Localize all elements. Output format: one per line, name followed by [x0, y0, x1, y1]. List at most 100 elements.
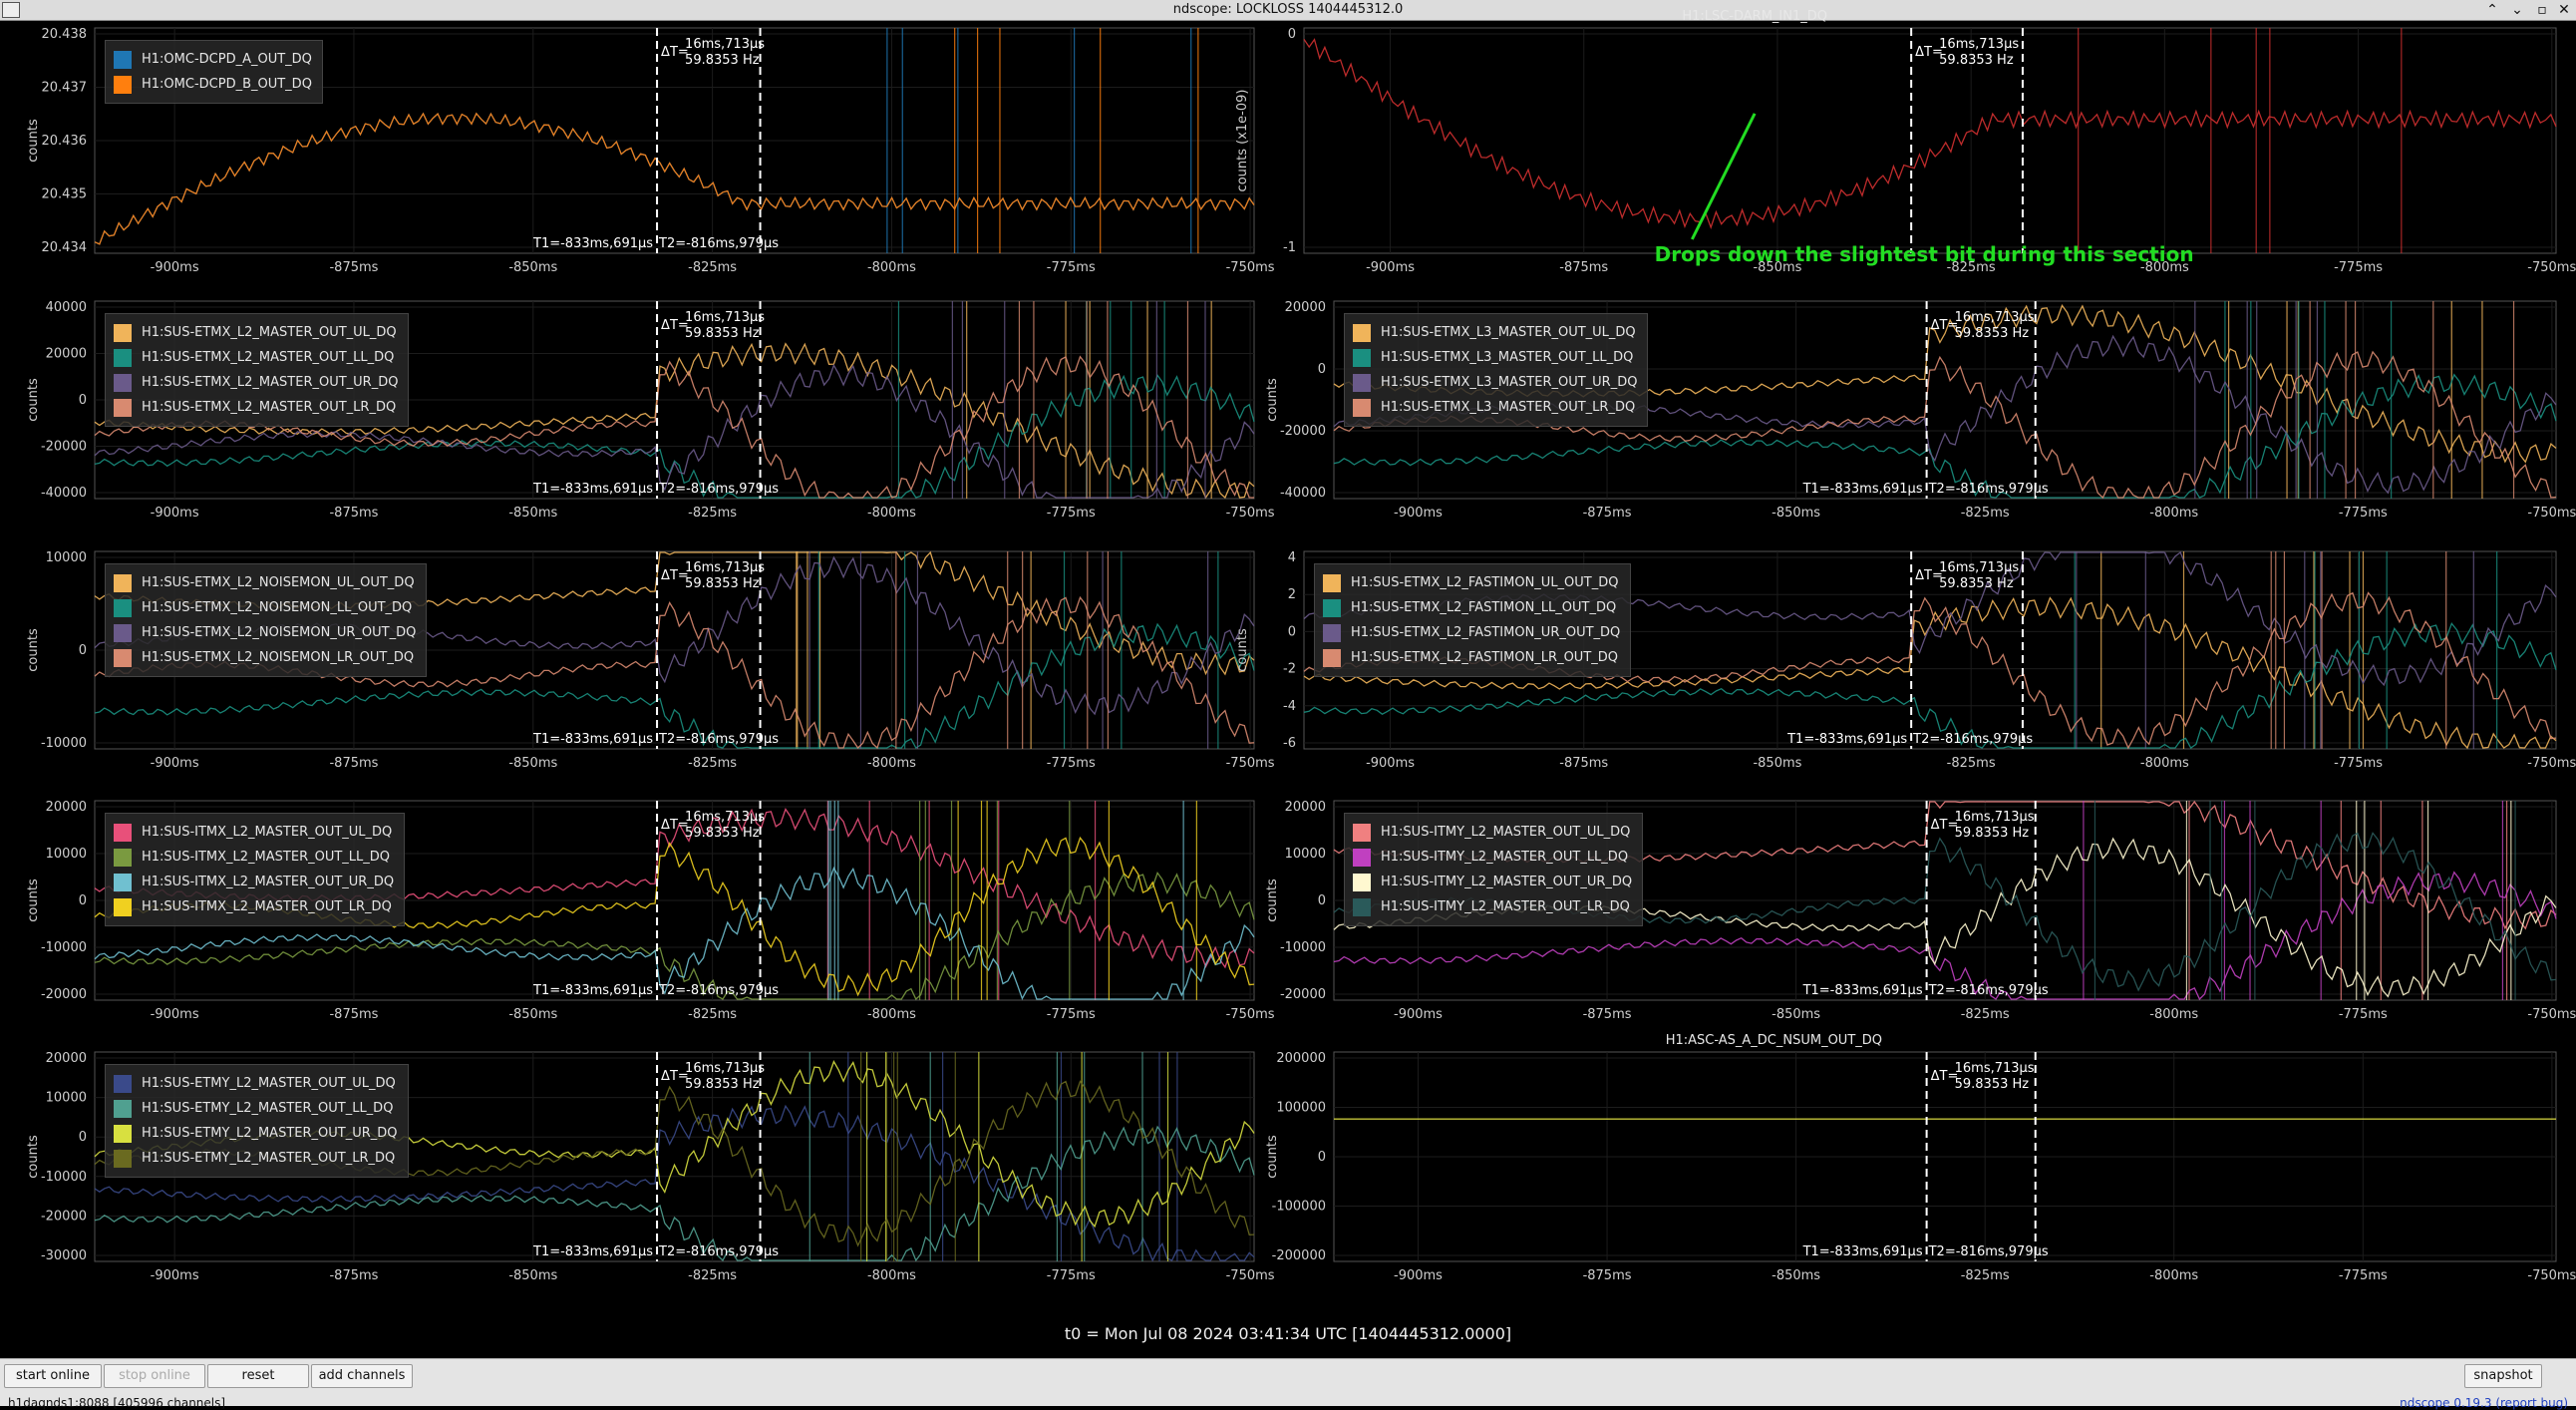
y-tick-label: -20000	[41, 1209, 87, 1224]
legend-item[interactable]: H1:SUS-ITMY_L2_MASTER_OUT_LR_DQ	[1353, 894, 1632, 919]
legend-item[interactable]: H1:SUS-ITMY_L2_MASTER_OUT_LL_DQ	[1353, 845, 1632, 870]
legend-item[interactable]: H1:SUS-ETMX_L2_NOISEMON_LR_OUT_DQ	[114, 645, 416, 670]
legend-label: H1:SUS-ITMX_L2_MASTER_OUT_LL_DQ	[142, 850, 391, 865]
plot-p2[interactable]: H1:LSC-DARM_IN1_DQ counts (x1e-09) 0 -1 -900…	[1209, 9, 2576, 305]
y-axis-label: counts	[26, 378, 41, 422]
x-tick-label: -775ms	[2334, 260, 2383, 275]
plot-p4[interactable]: counts 20000 0 -20000 -40000 -900ms -875ms -850…	[1239, 300, 2576, 550]
legend-item[interactable]: H1:SUS-ETMX_L2_NOISEMON_LL_OUT_DQ	[114, 595, 416, 620]
legend-label: H1:SUS-ETMX_L2_MASTER_OUT_LR_DQ	[142, 400, 397, 415]
legend-item[interactable]: H1:SUS-ETMX_L2_NOISEMON_UR_OUT_DQ	[114, 620, 416, 645]
legend-item[interactable]: H1:SUS-ETMX_L2_FASTIMON_UR_OUT_DQ	[1323, 620, 1620, 645]
legend-item[interactable]: H1:SUS-ETMX_L2_MASTER_OUT_LL_DQ	[114, 345, 398, 370]
report-bug-link[interactable]: (report bug)	[2495, 1396, 2568, 1410]
x-tick-label: -825ms	[688, 506, 737, 521]
plot-p9[interactable]: counts 20000 10000 0 -10000 -20000 -30000 -900m…	[0, 1051, 1275, 1313]
legend-item[interactable]: H1:SUS-ETMX_L2_FASTIMON_UL_OUT_DQ	[1323, 570, 1620, 595]
legend-item[interactable]: H1:SUS-ETMY_L2_MASTER_OUT_LR_DQ	[114, 1146, 398, 1171]
x-tick-label: -800ms	[2149, 1268, 2198, 1283]
plot-title: H1:LSC-DARM_IN1_DQ	[1682, 9, 1827, 24]
legend-item[interactable]: H1:SUS-ITMX_L2_MASTER_OUT_LL_DQ	[114, 845, 394, 870]
legend-swatch	[114, 873, 132, 891]
legend-item[interactable]: H1:SUS-ETMY_L2_MASTER_OUT_UR_DQ	[114, 1121, 398, 1146]
x-tick-label: -850ms	[1771, 1268, 1820, 1283]
cursor-t1-label: T1=-833ms,691μs	[532, 732, 653, 747]
legend-item[interactable]: H1:SUS-ETMX_L2_MASTER_OUT_UL_DQ	[114, 320, 398, 345]
legend-item[interactable]: H1:OMC-DCPD_B_OUT_DQ	[114, 72, 312, 97]
legend-label: H1:SUS-ETMX_L2_FASTIMON_LL_OUT_DQ	[1351, 600, 1617, 615]
legend-item[interactable]: H1:SUS-ETMY_L2_MASTER_OUT_LL_DQ	[114, 1096, 398, 1121]
y-tick-label: 0	[1318, 362, 1326, 377]
x-tick-label: -800ms	[2149, 506, 2198, 521]
x-tick-label: -825ms	[1961, 506, 2010, 521]
x-tick-label: -850ms	[508, 1007, 557, 1022]
x-tick-label: -775ms	[1047, 1007, 1096, 1022]
cursor-t2-label: T2=-816ms,979μs	[658, 236, 779, 251]
x-tick-label: -900ms	[151, 1268, 199, 1283]
plot-p8[interactable]: counts 20000 10000 0 -10000 -20000 -900ms -875m…	[1239, 800, 2576, 1052]
y-tick-label: 0	[79, 643, 87, 658]
legend-item[interactable]: H1:SUS-ETMX_L3_MASTER_OUT_UL_DQ	[1353, 320, 1637, 345]
x-tick-label: -900ms	[151, 1007, 199, 1022]
legend-swatch	[1353, 823, 1371, 842]
x-tick-label: -825ms	[688, 756, 737, 771]
legend-item[interactable]: H1:SUS-ITMY_L2_MASTER_OUT_UL_DQ	[1353, 820, 1632, 845]
x-tick-label: -900ms	[1394, 1268, 1443, 1283]
legend-item[interactable]: H1:SUS-ETMX_L2_MASTER_OUT_UR_DQ	[114, 370, 398, 395]
legend-swatch	[1353, 348, 1371, 367]
version-link[interactable]: ndscope 0.19.3	[2400, 1396, 2491, 1410]
x-tick-label: -900ms	[151, 756, 199, 771]
legend-item[interactable]: H1:SUS-ETMX_L2_MASTER_OUT_LR_DQ	[114, 395, 398, 420]
plot-p5[interactable]: counts 10000 0 -10000 -900ms -875ms -850ms -825…	[0, 550, 1275, 801]
cursor-t1-label: T1=-833ms,691μs	[532, 236, 653, 251]
close-icon[interactable]: ✕	[2552, 0, 2576, 20]
legend-item[interactable]: H1:SUS-ETMY_L2_MASTER_OUT_UL_DQ	[114, 1071, 398, 1096]
y-tick-label: -10000	[41, 940, 87, 955]
legend-item[interactable]: H1:SUS-ETMX_L2_NOISEMON_UL_OUT_DQ	[114, 570, 416, 595]
x-tick-label: -850ms	[508, 756, 557, 771]
y-axis-label: counts	[1265, 1135, 1280, 1179]
x-tick-label: -800ms	[2140, 756, 2189, 771]
legend-item[interactable]: H1:SUS-ETMX_L3_MASTER_OUT_UR_DQ	[1353, 370, 1637, 395]
y-tick-label: 100000	[1276, 1101, 1326, 1116]
maximize-icon[interactable]: ▫	[2530, 0, 2554, 20]
start-online-button[interactable]: start online	[4, 1364, 102, 1388]
cursor-t2-label: T2=-816ms,979μs	[658, 1244, 779, 1259]
delta-t-frequency: 59.8353 Hz	[685, 53, 760, 68]
legend-swatch	[114, 823, 132, 842]
legend-item[interactable]: H1:OMC-DCPD_A_OUT_DQ	[114, 47, 312, 72]
plot-p10[interactable]: H1:ASC-AS_A_DC_NSUM_OUT_DQ counts 200000 10…	[1239, 1033, 2576, 1313]
x-tick-label: -850ms	[508, 506, 557, 521]
legend-item[interactable]: H1:SUS-ITMY_L2_MASTER_OUT_UR_DQ	[1353, 870, 1632, 894]
legend-swatch	[114, 398, 132, 417]
stop-online-button[interactable]: stop online	[104, 1364, 205, 1388]
delta-t-value: 16ms,713μs	[685, 310, 765, 325]
plot-p1[interactable]: counts 20.438 20.437 20.436 20.435 20.434 -900…	[0, 27, 1275, 305]
minimize-icon[interactable]: ⌃	[2480, 0, 2504, 20]
reset-button[interactable]: reset	[207, 1364, 309, 1388]
legend-item[interactable]: H1:SUS-ITMX_L2_MASTER_OUT_LR_DQ	[114, 894, 394, 919]
legend-item[interactable]: H1:SUS-ETMX_L3_MASTER_OUT_LL_DQ	[1353, 345, 1637, 370]
legend-item[interactable]: H1:SUS-ETMX_L2_FASTIMON_LL_OUT_DQ	[1323, 595, 1620, 620]
legend: H1:SUS-ETMX_L2_FASTIMON_UL_OUT_DQ H1:SUS-…	[1314, 563, 1632, 677]
restore-icon[interactable]: ⌄	[2505, 0, 2529, 20]
plot-p6[interactable]: counts 4 2 0 -2 -4 -6 -900ms -875ms -850ms -825ms -…	[1209, 550, 2576, 801]
legend-swatch	[114, 598, 132, 617]
legend-item[interactable]: H1:SUS-ETMX_L2_FASTIMON_LR_OUT_DQ	[1323, 645, 1620, 670]
plot-p3[interactable]: counts 40000 20000 0 -20000 -40000 -900ms -875m…	[0, 300, 1275, 550]
legend-swatch	[114, 75, 132, 94]
snapshot-button[interactable]: snapshot	[2464, 1364, 2542, 1388]
add-channels-button[interactable]: add channels	[311, 1364, 413, 1388]
plot-p7[interactable]: counts 20000 10000 0 -10000 -20000 -900ms -875m…	[0, 800, 1275, 1052]
window-title: ndscope: LOCKLOSS 1404445312.0	[1172, 2, 1404, 17]
legend-item[interactable]: H1:SUS-ITMX_L2_MASTER_OUT_UL_DQ	[114, 820, 394, 845]
x-tick-label: -800ms	[867, 506, 916, 521]
legend-swatch	[1353, 398, 1371, 417]
legend-item[interactable]: H1:SUS-ITMX_L2_MASTER_OUT_UR_DQ	[114, 870, 394, 894]
x-tick-label: -775ms	[1047, 1268, 1096, 1283]
legend: H1:SUS-ITMY_L2_MASTER_OUT_UL_DQ H1:SUS-IT…	[1344, 813, 1644, 926]
legend-item[interactable]: H1:SUS-ETMX_L3_MASTER_OUT_LR_DQ	[1353, 395, 1637, 420]
y-tick-label: 20.434	[42, 240, 88, 255]
legend-label: H1:SUS-ETMX_L2_NOISEMON_UR_OUT_DQ	[142, 625, 417, 640]
delta-t-value: 16ms,713μs	[685, 37, 765, 52]
